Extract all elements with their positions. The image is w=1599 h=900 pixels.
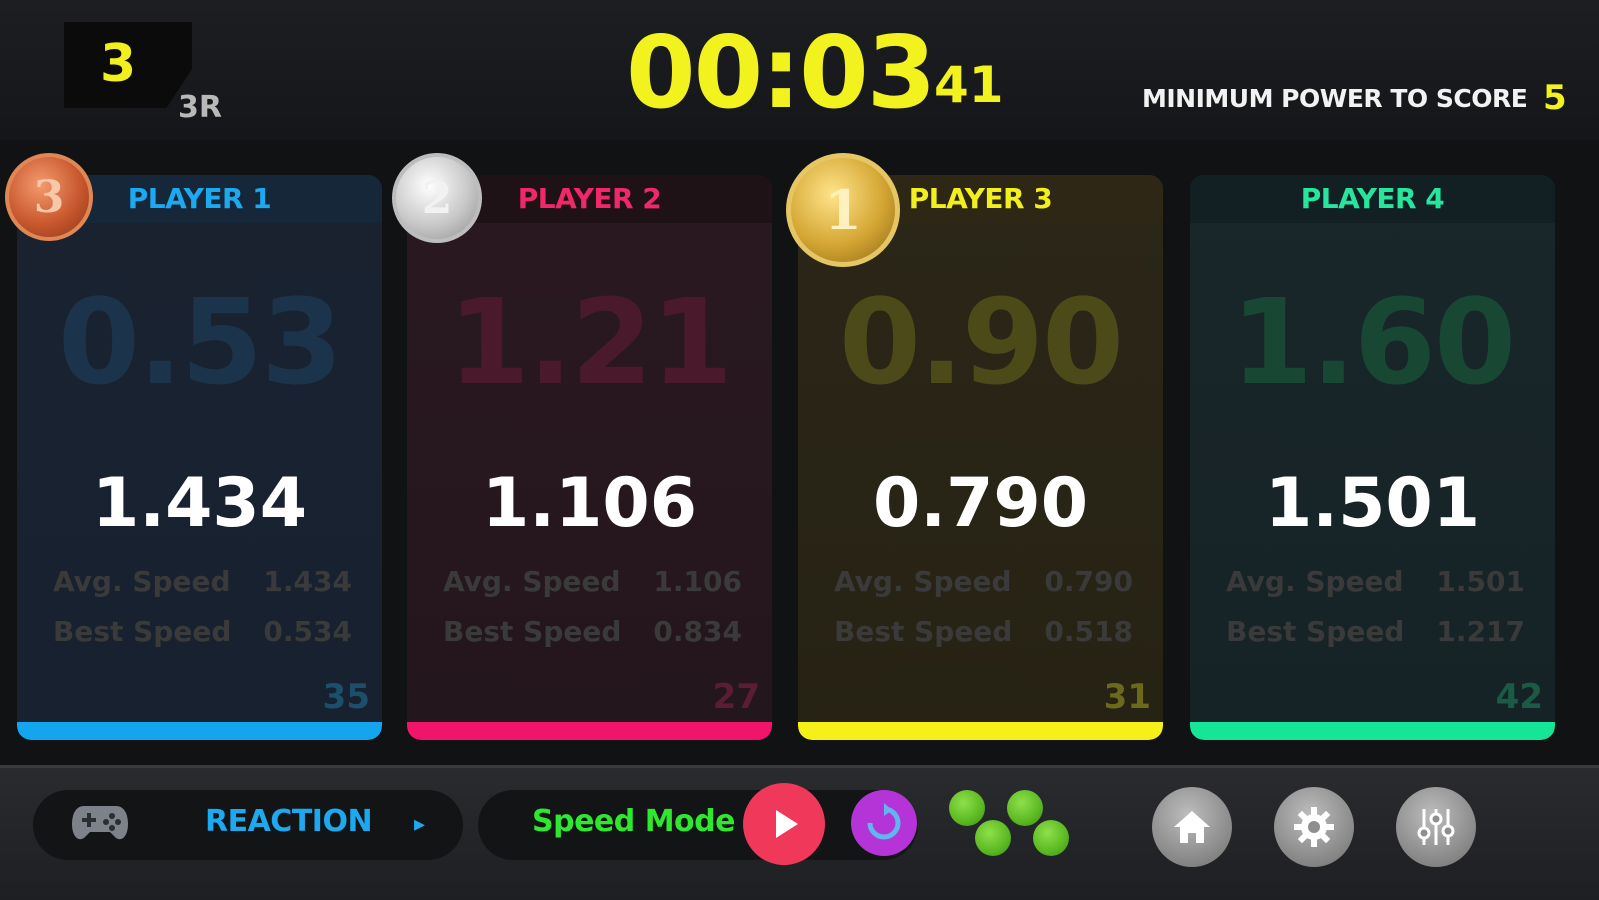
player-card-1: PLAYER 1 0.53 1.434 Avg. Speed 1.434 Bes… bbox=[17, 175, 382, 740]
player-ghost-score: 1.21 bbox=[447, 273, 733, 411]
player-main-score: 1.434 bbox=[91, 464, 308, 543]
mode-label[interactable]: REACTION bbox=[205, 804, 373, 839]
hit-count: 42 bbox=[1495, 677, 1543, 717]
dot bbox=[949, 790, 985, 826]
home-button[interactable] bbox=[1152, 787, 1232, 867]
gold-medal-icon: 1 bbox=[786, 153, 900, 267]
timer: 00:03 bbox=[626, 14, 936, 131]
sliders-button[interactable] bbox=[1396, 787, 1476, 867]
best-speed-value: 0.534 bbox=[263, 615, 352, 648]
player-color-bar bbox=[17, 722, 382, 740]
player-color-bar bbox=[407, 722, 772, 740]
mode-next-arrow-icon[interactable]: ▸ bbox=[414, 812, 425, 837]
avg-speed-label: Avg. Speed bbox=[53, 565, 231, 598]
player-card-2: PLAYER 2 1.21 1.106 Avg. Speed 1.106 Bes… bbox=[407, 175, 772, 740]
best-speed-label: Best Speed bbox=[53, 615, 232, 648]
avg-speed-value: 1.501 bbox=[1436, 565, 1525, 598]
round-subtitle: 3R bbox=[178, 90, 222, 125]
gamepad-icon bbox=[72, 806, 128, 840]
round-number: 3 bbox=[100, 34, 137, 94]
gear-icon bbox=[1294, 807, 1334, 847]
best-speed-value: 0.518 bbox=[1044, 615, 1133, 648]
restart-button[interactable] bbox=[851, 790, 917, 856]
best-speed-label: Best Speed bbox=[443, 615, 622, 648]
hit-count: 35 bbox=[322, 677, 370, 717]
player-main-score: 1.501 bbox=[1264, 464, 1481, 543]
play-button[interactable] bbox=[743, 783, 825, 865]
best-speed-label: Best Speed bbox=[1226, 615, 1405, 648]
player-main-score: 0.790 bbox=[872, 464, 1089, 543]
speed-mode-label[interactable]: Speed Mode bbox=[532, 804, 735, 839]
restart-icon bbox=[867, 803, 901, 840]
dot bbox=[975, 820, 1011, 856]
avg-speed-value: 0.790 bbox=[1044, 565, 1133, 598]
avg-speed-value: 1.434 bbox=[263, 565, 352, 598]
play-icon bbox=[776, 810, 798, 838]
dot bbox=[1007, 790, 1043, 826]
sliders-icon bbox=[1417, 809, 1455, 845]
timer-fraction: 41 bbox=[934, 56, 1004, 114]
dot bbox=[1033, 820, 1069, 856]
min-power-value: 5 bbox=[1543, 78, 1567, 118]
avg-speed-value: 1.106 bbox=[653, 565, 742, 598]
player-main-score: 1.106 bbox=[481, 464, 698, 543]
avg-speed-label: Avg. Speed bbox=[834, 565, 1012, 598]
hit-count: 31 bbox=[1103, 677, 1151, 717]
player-ghost-score: 0.90 bbox=[838, 273, 1124, 411]
silver-medal-icon: 2 bbox=[392, 153, 482, 243]
hit-count: 27 bbox=[712, 677, 760, 717]
player-name: PLAYER 4 bbox=[1190, 175, 1555, 223]
best-speed-label: Best Speed bbox=[834, 615, 1013, 648]
player-ghost-score: 0.53 bbox=[57, 273, 343, 411]
min-power-label: MINIMUM POWER TO SCORE bbox=[1142, 84, 1528, 113]
avg-speed-label: Avg. Speed bbox=[1226, 565, 1404, 598]
home-icon bbox=[1174, 811, 1210, 843]
player-color-bar bbox=[798, 722, 1163, 740]
avg-speed-label: Avg. Speed bbox=[443, 565, 621, 598]
best-speed-value: 1.217 bbox=[1436, 615, 1525, 648]
bronze-medal-icon: 3 bbox=[5, 153, 93, 241]
player-card-4: PLAYER 4 1.60 1.501 Avg. Speed 1.501 Bes… bbox=[1190, 175, 1555, 740]
player-ghost-score: 1.60 bbox=[1230, 273, 1516, 411]
dots-icon[interactable] bbox=[945, 788, 1075, 858]
settings-button[interactable] bbox=[1274, 787, 1354, 867]
best-speed-value: 0.834 bbox=[653, 615, 742, 648]
player-color-bar bbox=[1190, 722, 1555, 740]
